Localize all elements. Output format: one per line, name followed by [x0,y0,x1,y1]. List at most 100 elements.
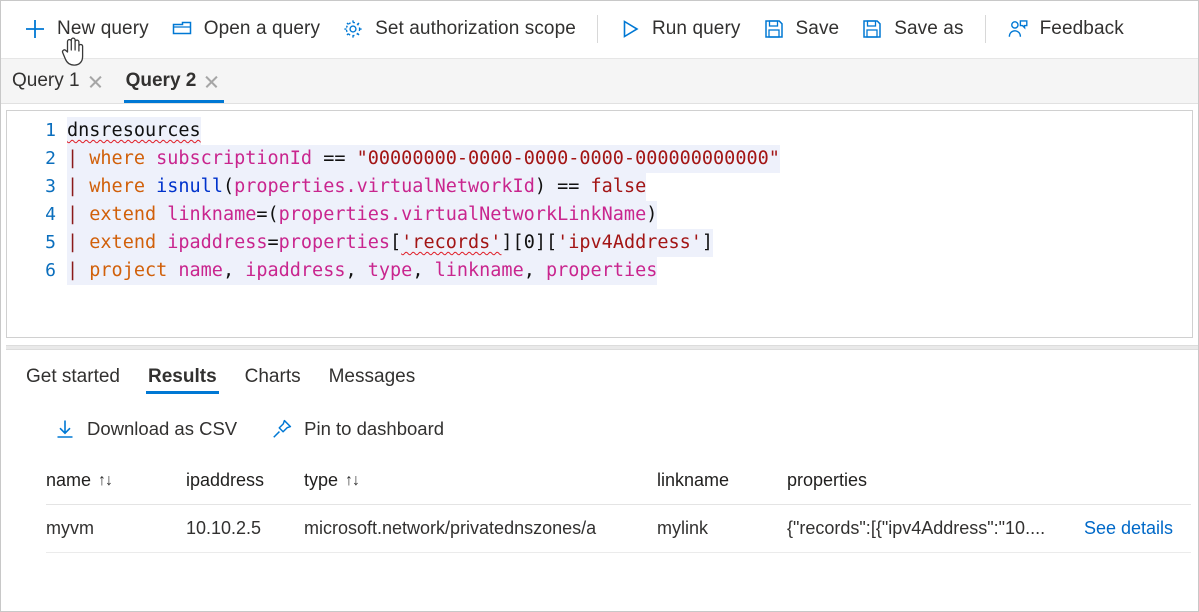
open-a-query-label: Open a query [203,18,321,39]
tab-label: Charts [244,365,301,387]
close-icon[interactable] [88,74,103,89]
token-column-properties: properties [546,260,658,281]
code-line-6: | project name, ipaddress, type, linknam… [67,257,658,285]
token-equality-operator: == [323,148,346,169]
token-column-ipaddress: ipaddress [245,260,346,281]
code-line-1: dnsresources [67,117,201,145]
token-column-name: name [178,260,223,281]
token-pipe: | [67,148,79,169]
query-editor[interactable]: 1 2 3 4 5 6 dnsresources | where subscri… [6,110,1193,338]
cell-type: microsoft.network/privatednszones/a [304,518,597,538]
token-pipe: | [67,204,79,225]
token-column-type: type [367,260,413,281]
folder-icon [171,18,193,40]
token-property-virtualnetworkid: .virtualNetworkId [345,176,535,197]
new-query-button[interactable]: New query [13,9,160,49]
results-action-bar: Download as CSV Pin to dashboard [6,401,1199,457]
feedback-button[interactable]: Feedback [996,9,1135,49]
tab-charts[interactable]: Charts [231,354,315,400]
results-pane: Get started Results Charts Messages Down… [0,352,1199,612]
line-number: 1 [45,120,56,141]
query-editor-container: 1 2 3 4 5 6 dnsresources | where subscri… [0,104,1199,342]
download-as-csv-button[interactable]: Download as CSV [44,411,247,447]
toolbar-separator-2 [984,15,986,43]
token-equality-operator: == [557,176,580,197]
download-as-csv-label: Download as CSV [87,418,238,439]
code-line-3: | where isnull(properties.virtualNetwork… [67,173,647,201]
open-a-query-button[interactable]: Open a query [160,9,331,49]
run-query-label: Run query [651,18,741,39]
line-number: 6 [45,260,56,281]
token-string-records: 'records' [401,232,502,253]
column-header-ipaddress[interactable]: ipaddress [186,470,304,491]
save-icon [763,18,785,40]
token-string-ipv4address: 'ipv4Address' [557,232,702,253]
token-keyword-false: false [590,176,647,197]
save-label: Save [795,18,840,39]
tab-label: Messages [328,365,416,387]
gear-icon [342,18,364,40]
plus-icon [24,18,46,40]
token-column-properties: properties [278,232,391,253]
query-tab-query-1[interactable]: Query 1 [2,59,116,103]
close-icon[interactable] [204,74,219,89]
token-column-properties: properties [278,204,391,225]
token-pipe: | [67,260,79,281]
column-header-label: linkname [657,470,730,490]
column-header-label: name [46,470,92,490]
toolbar-separator-1 [596,15,598,43]
command-toolbar: New query Open a query Set authorization… [0,0,1199,59]
resource-graph-explorer: New query Open a query Set authorization… [0,0,1199,612]
results-table: name ↑↓ ipaddress type ↑↓ linkname prope… [6,457,1199,612]
download-icon [54,418,76,440]
save-as-button[interactable]: Save as [850,9,974,49]
column-header-linkname[interactable]: linkname [657,470,787,491]
sort-arrows-icon[interactable]: ↑↓ [345,472,360,490]
cell-properties-value: {"records":[{"ipv4Address":"10.... [787,518,1046,538]
column-header-type[interactable]: type ↑↓ [304,470,657,491]
sort-arrows-icon[interactable]: ↑↓ [98,472,113,490]
line-number-gutter: 1 2 3 4 5 6 [7,111,67,337]
table-row[interactable]: myvm 10.10.2.5 microsoft.network/private… [46,505,1191,553]
token-column-linkname: linkname [167,204,257,225]
column-header-label: properties [787,470,868,490]
query-tab-label: Query 1 [12,70,80,91]
query-tab-label: Query 2 [125,70,197,91]
tab-get-started[interactable]: Get started [12,354,134,400]
pane-splitter[interactable] [0,342,1199,352]
pin-to-dashboard-label: Pin to dashboard [304,418,445,439]
tab-results[interactable]: Results [134,354,231,400]
code-line-2: | where subscriptionId == "00000000-0000… [67,145,780,173]
token-number-index: 0 [523,232,535,253]
run-query-button[interactable]: Run query [608,9,752,49]
column-header-properties[interactable]: properties [787,470,1191,491]
token-column-properties: properties [234,176,346,197]
cell-linkname: mylink [657,518,709,538]
query-tab-strip: Query 1 Query 2 [0,59,1199,104]
column-header-label: ipaddress [186,470,265,490]
feedback-label: Feedback [1039,18,1124,39]
token-operator-project: project [89,260,168,281]
save-button[interactable]: Save [752,9,851,49]
token-pipe: | [67,176,79,197]
pin-to-dashboard-button[interactable]: Pin to dashboard [261,411,454,447]
column-header-name[interactable]: name ↑↓ [46,470,186,491]
token-operator-extend: extend [89,232,157,253]
table-header-row: name ↑↓ ipaddress type ↑↓ linkname prope… [46,457,1191,505]
line-number: 5 [45,232,56,253]
tab-messages[interactable]: Messages [315,354,430,400]
play-icon [619,18,641,40]
code-line-4: | extend linkname=(properties.virtualNet… [67,201,658,229]
tab-label: Get started [26,365,120,387]
token-table-name: dnsresources [67,120,201,141]
token-property-virtualnetworklinkname: .virtualNetworkLinkName [390,204,647,225]
cell-properties: {"records":[{"ipv4Address":"10.... See d… [787,518,1191,539]
column-header-label: type [304,470,339,490]
new-query-label: New query [57,18,149,39]
see-details-link[interactable]: See details [1084,518,1191,539]
token-function-isnull: isnull [156,176,223,197]
save-as-label: Save as [894,18,964,39]
query-tab-query-2[interactable]: Query 2 [116,59,233,103]
set-authorization-scope-button[interactable]: Set authorization scope [331,9,587,49]
code-area[interactable]: dnsresources | where subscriptionId == "… [67,111,1192,337]
